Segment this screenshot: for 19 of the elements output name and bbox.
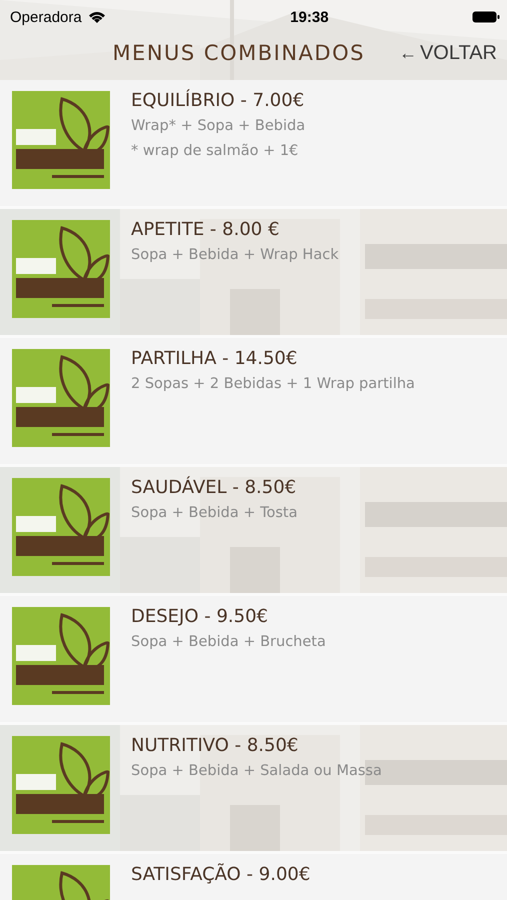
menu-description: Sopa + Bebida + Brucheta (131, 633, 326, 652)
back-button[interactable]: ←VOLTAR (398, 42, 497, 64)
page-title: MENUS COMBINADOS (112, 41, 365, 65)
clock-time: 19:38 (290, 8, 329, 26)
menu-description: 2 Sopas + 2 Bebidas + 1 Wrap partilha (131, 375, 415, 394)
battery-icon (472, 10, 500, 24)
menu-row[interactable]: DESEJO - 9.50€ Sopa + Bebida + Brucheta (0, 596, 507, 722)
menu-title: EQUILÍBRIO - 7.00€ (131, 88, 306, 113)
menu-row[interactable]: PARTILHA - 14.50€ 2 Sopas + 2 Bebidas + 1 Wrap partilha (0, 338, 507, 464)
menu-title: PARTILHA - 14.50€ (131, 347, 298, 371)
carrier-name: Operadora (10, 8, 82, 26)
wifi-icon (86, 10, 107, 24)
menu-title: SATISFAÇÃO - 9.00€ (131, 862, 310, 887)
menu-title: DESEJO - 9.50€ (131, 605, 269, 629)
menu-row[interactable]: SATISFAÇÃO - 9.00€ (0, 854, 507, 900)
back-arrow-icon: ← (398, 42, 417, 64)
menu-description: * wrap de salmão + 1€ (131, 142, 300, 161)
menu-row[interactable]: EQUILÍBRIO - 7.00€ Wrap* + Sopa + Bebida * wrap de salmão + 1€ (0, 80, 507, 206)
menu-description: Wrap* + Sopa + Bebida (131, 117, 306, 136)
